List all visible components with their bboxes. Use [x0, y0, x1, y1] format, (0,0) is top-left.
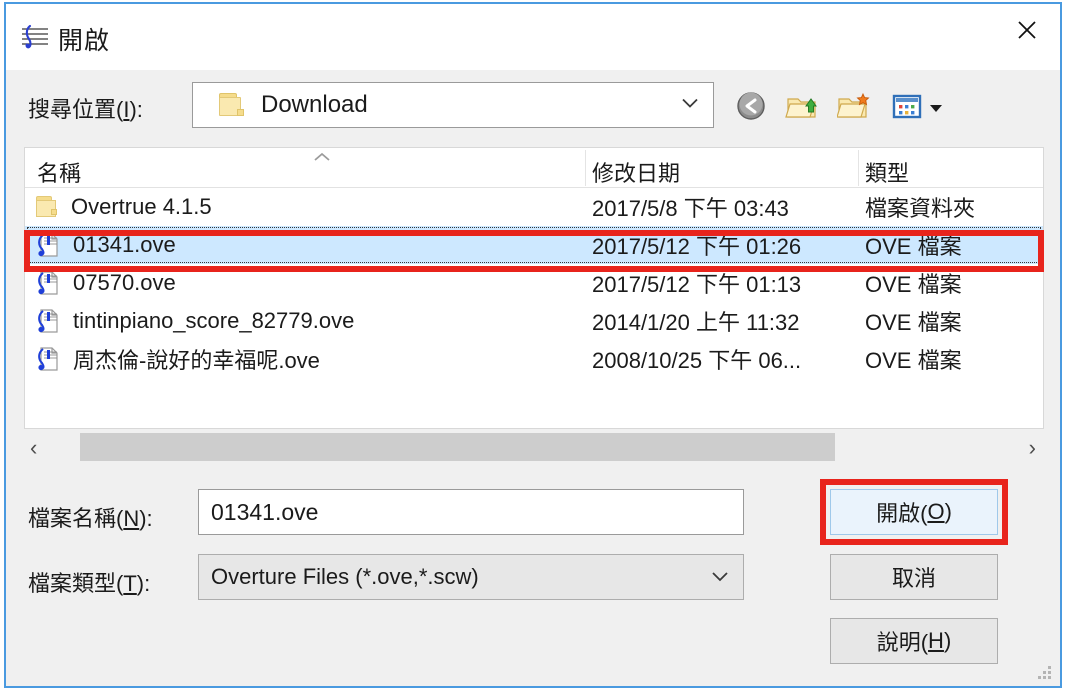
- filename-value: 01341.ove: [211, 498, 319, 525]
- up-folder-icon[interactable]: [785, 90, 819, 122]
- look-in-value: Download: [261, 91, 368, 118]
- title-bar: 開啟: [6, 4, 1060, 70]
- filetype-label: 檔案類型(T):: [28, 571, 151, 596]
- cancel-button[interactable]: 取消: [830, 554, 998, 600]
- table-row-selected[interactable]: 01341.ove 2017/5/12 下午 01:26 OVE 檔案: [25, 226, 1043, 264]
- music-score-icon: [20, 23, 50, 51]
- filetype-combobox[interactable]: Overture Files (*.ove,*.scw): [198, 554, 744, 600]
- column-divider: [858, 150, 859, 186]
- look-in-combobox[interactable]: Download: [192, 82, 714, 128]
- window-title: 開啟: [58, 27, 111, 55]
- ove-file-icon: [35, 270, 61, 296]
- new-folder-icon[interactable]: [836, 90, 871, 122]
- file-date-cell: 2017/5/12 下午 01:26: [592, 234, 802, 259]
- chevron-down-icon[interactable]: [677, 95, 703, 116]
- column-header-name[interactable]: 名稱: [37, 156, 81, 188]
- file-type-cell: 檔案資料夾: [865, 196, 976, 221]
- column-divider: [585, 150, 586, 186]
- file-name-cell: tintinpiano_score_82779.ove: [35, 308, 354, 334]
- look-in-bar: 搜尋位置(I): Download: [6, 70, 1060, 147]
- file-type-cell: OVE 檔案: [865, 234, 962, 259]
- file-name-cell: 周杰倫-說好的幸福呢.ove: [35, 343, 320, 375]
- filename-label: 檔案名稱(N):: [28, 506, 153, 531]
- file-date-cell: 2008/10/25 下午 06...: [592, 348, 802, 373]
- folder-icon: [35, 195, 59, 219]
- scrollbar-thumb[interactable]: [80, 433, 835, 461]
- table-row[interactable]: tintinpiano_score_82779.ove 2014/1/20 上午…: [25, 302, 1043, 340]
- scroll-right-icon[interactable]: ›: [1029, 435, 1036, 461]
- table-row[interactable]: 07570.ove 2017/5/12 下午 01:13 OVE 檔案: [25, 264, 1043, 302]
- chevron-down-icon[interactable]: [707, 564, 733, 590]
- file-name-cell: Overtrue 4.1.5: [35, 194, 212, 220]
- ove-file-icon: [35, 308, 61, 334]
- table-row[interactable]: 周杰倫-說好的幸福呢.ove 2008/10/25 下午 06... OVE 檔…: [25, 340, 1043, 378]
- file-type-cell: OVE 檔案: [865, 272, 962, 297]
- resize-grip[interactable]: [1038, 666, 1052, 680]
- column-header-date[interactable]: 修改日期: [592, 156, 680, 188]
- file-type-cell: OVE 檔案: [865, 310, 962, 335]
- file-date-cell: 2017/5/8 下午 03:43: [592, 196, 789, 221]
- folder-icon: [219, 93, 245, 117]
- look-in-label: 搜尋位置(I):: [28, 97, 143, 122]
- caret-down-icon[interactable]: [928, 101, 944, 119]
- file-name-cell: 01341.ove: [35, 232, 176, 258]
- filename-input[interactable]: 01341.ove: [198, 489, 744, 535]
- scroll-left-icon[interactable]: ‹: [30, 435, 37, 461]
- ove-file-icon: [35, 346, 61, 372]
- scrollbar-track[interactable]: [50, 432, 1018, 464]
- file-name-cell: 07570.ove: [35, 270, 176, 296]
- ove-file-icon: [35, 232, 61, 258]
- open-file-dialog: 開啟 搜尋位置(I): Download 名稱 修改日期 類型 Overtrue…: [4, 2, 1062, 688]
- help-button[interactable]: 說明(H): [830, 618, 998, 664]
- close-icon[interactable]: [994, 4, 1060, 56]
- sort-ascending-icon: [307, 150, 337, 169]
- filetype-value: Overture Files (*.ove,*.scw): [211, 564, 479, 589]
- table-row[interactable]: Overtrue 4.1.5 2017/5/8 下午 03:43 檔案資料夾: [25, 188, 1043, 226]
- horizontal-scrollbar[interactable]: ‹ ›: [24, 432, 1044, 464]
- views-icon[interactable]: [890, 90, 924, 122]
- open-button[interactable]: 開啟(O): [830, 489, 998, 535]
- file-list[interactable]: 名稱 修改日期 類型 Overtrue 4.1.5 2017/5/8 下午 03…: [24, 147, 1044, 429]
- back-icon[interactable]: [734, 90, 768, 122]
- column-header-type[interactable]: 類型: [865, 156, 909, 188]
- file-date-cell: 2014/1/20 上午 11:32: [592, 310, 800, 335]
- column-headers: 名稱 修改日期 類型: [25, 148, 1043, 188]
- file-date-cell: 2017/5/12 下午 01:13: [592, 272, 802, 297]
- file-rows: Overtrue 4.1.5 2017/5/8 下午 03:43 檔案資料夾 0…: [25, 188, 1043, 378]
- file-type-cell: OVE 檔案: [865, 348, 962, 373]
